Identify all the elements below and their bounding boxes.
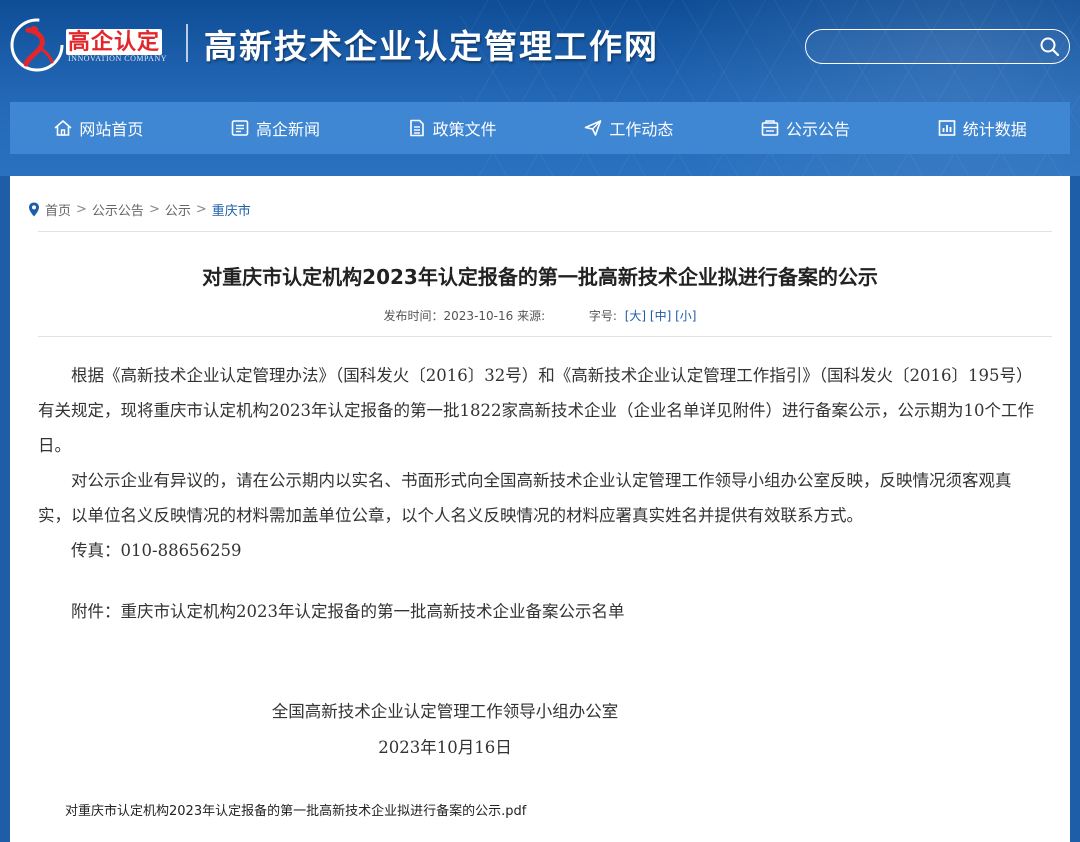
logo-subtext: INNOVATION COMPANY (68, 54, 167, 63)
site-title: 高新技术企业认定管理工作网 (204, 20, 659, 68)
font-size-medium-button[interactable]: [中] (650, 309, 671, 323)
font-size-small-button[interactable]: [小] (675, 309, 696, 323)
breadcrumb-separator: > (196, 202, 207, 217)
breadcrumb-home[interactable]: 首页 (45, 200, 71, 219)
nav-label: 统计数据 (963, 116, 1027, 140)
nav-item-news[interactable]: 高企新闻 (187, 102, 364, 154)
breadcrumb-current[interactable]: 重庆市 (212, 200, 251, 219)
font-size-large-button[interactable]: [大] (625, 309, 646, 323)
nav-label: 工作动态 (609, 116, 673, 140)
logo-mark-icon (10, 18, 64, 72)
nav-item-statistics[interactable]: 统计数据 (893, 102, 1070, 154)
main-nav: 网站首页 高企新闻 政策文件 工作动态 公示 (10, 102, 1070, 154)
divider (38, 231, 1052, 232)
breadcrumb-notices[interactable]: 公示公告 (92, 200, 144, 219)
breadcrumb-separator: > (76, 202, 87, 217)
article-title: 对重庆市认定机构2023年认定报备的第一批高新技术企业拟进行备案的公示 (10, 261, 1070, 290)
divider (38, 336, 1052, 337)
notice-icon (760, 118, 780, 138)
breadcrumb: 首页 > 公示公告 > 公示 > 重庆市 (28, 200, 251, 219)
nav-label: 高企新闻 (256, 116, 320, 140)
site-logo[interactable]: 高企认定 INNOVATION COMPANY (10, 16, 180, 72)
location-pin-icon (28, 202, 40, 217)
attachment-line: 附件：重庆市认定机构2023年认定报备的第一批高新技术企业备案公示名单 (38, 594, 1040, 629)
nav-label: 公示公告 (786, 116, 850, 140)
nav-item-work-updates[interactable]: 工作动态 (540, 102, 717, 154)
logo-divider (186, 24, 188, 62)
paragraph: 根据《高新技术企业认定管理办法》（国科发火〔2016〕32号）和《高新技术企业认… (38, 358, 1040, 463)
signature-date: 2023年10月16日 (10, 734, 880, 758)
nav-item-notices[interactable]: 公示公告 (717, 102, 894, 154)
nav-label: 网站首页 (79, 116, 143, 140)
logo-text: 高企认定 (66, 24, 162, 56)
meta-time: 2023-10-16 (444, 309, 514, 323)
nav-label: 政策文件 (433, 116, 497, 140)
document-icon (407, 118, 427, 138)
chart-icon (937, 118, 957, 138)
paragraph: 传真：010-88656259 (38, 533, 1040, 568)
attachment-file-link[interactable]: 对重庆市认定机构2023年认定报备的第一批高新技术企业拟进行备案的公示.pdf (65, 800, 526, 819)
breadcrumb-separator: > (149, 202, 160, 217)
breadcrumb-publicity[interactable]: 公示 (165, 200, 191, 219)
signature-org: 全国高新技术企业认定管理工作领导小组办公室 (10, 698, 880, 722)
meta-time-label: 发布时间： (384, 309, 444, 323)
send-icon (583, 118, 603, 138)
article-meta: 发布时间：2023-10-16 来源: 字号: [大] [中] [小] (10, 307, 1070, 324)
nav-item-home[interactable]: 网站首页 (10, 102, 187, 154)
meta-source-label: 来源: (517, 309, 545, 323)
search-box (805, 29, 1070, 64)
article-container: 首页 > 公示公告 > 公示 > 重庆市 对重庆市认定机构2023年认定报备的第… (10, 176, 1070, 842)
paragraph: 对公示企业有异议的，请在公示期内以实名、书面形式向全国高新技术企业认定管理工作领… (38, 463, 1040, 533)
search-input[interactable] (818, 36, 1028, 58)
home-icon (53, 118, 73, 138)
article-body: 根据《高新技术企业认定管理办法》（国科发火〔2016〕32号）和《高新技术企业认… (38, 358, 1040, 629)
search-icon[interactable] (1039, 36, 1061, 58)
meta-fontsize-label: 字号: (589, 309, 617, 323)
nav-item-policy[interactable]: 政策文件 (363, 102, 540, 154)
news-icon (230, 118, 250, 138)
